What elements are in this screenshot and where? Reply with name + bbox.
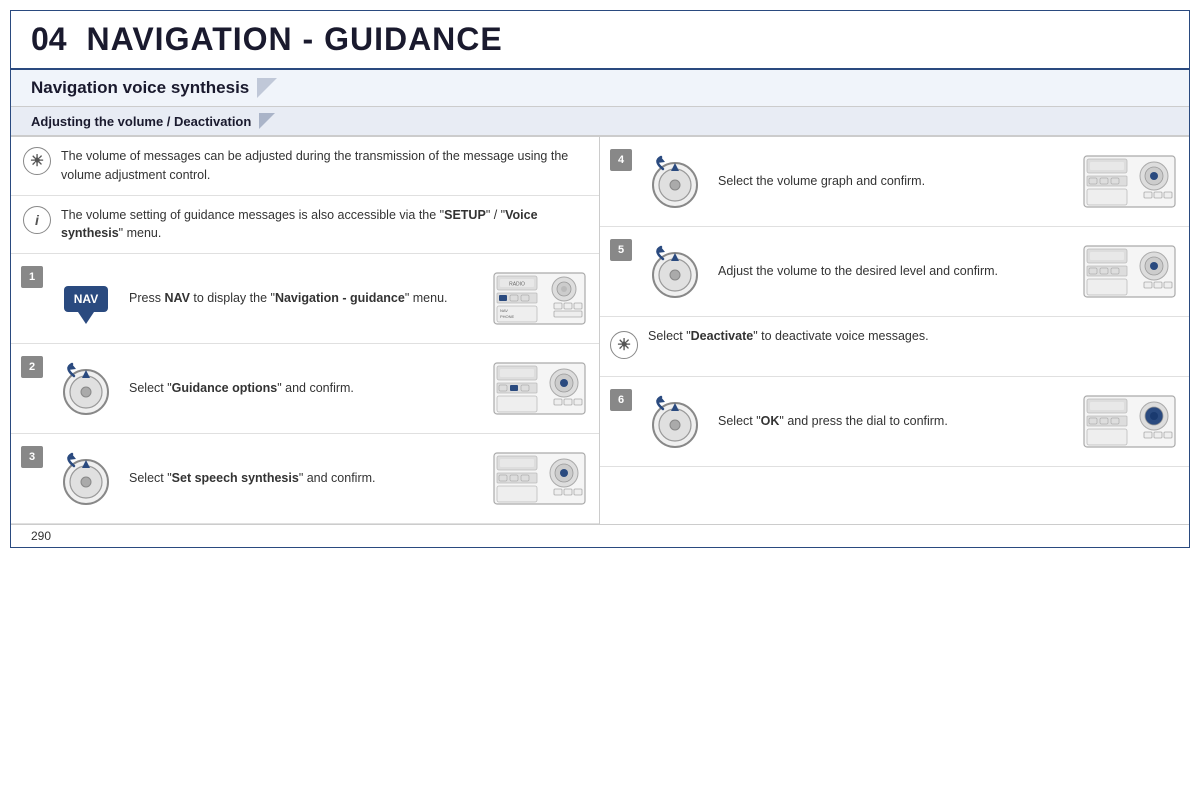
page-footer: 290 [11, 524, 1189, 547]
step-visual-1: NAV [51, 286, 121, 312]
right-column: 4 Select the volume graph and [600, 137, 1189, 524]
step-number-4: 4 [610, 149, 632, 171]
radio-svg-5 [1082, 244, 1177, 299]
step-device-2 [489, 361, 589, 416]
radio-svg-6 [1082, 394, 1177, 449]
info-row-sun: ☀ The volume of messages can be adjusted… [11, 137, 599, 196]
step-content-6: Select "OK" and press the dial to confir… [640, 389, 1179, 454]
step-row-1: 1 NAV Press NAV to display the "Navigati… [11, 254, 599, 344]
step-content-3: Select "Set speech synthesis" and confir… [51, 446, 589, 511]
section-title: Navigation voice synthesis [31, 78, 249, 98]
step-number-1: 1 [21, 266, 43, 288]
svg-text:PHONE: PHONE [500, 314, 515, 319]
nav-button-wrap: NAV [64, 286, 108, 312]
step-device-6 [1079, 394, 1179, 449]
dial-svg-3 [54, 446, 119, 511]
dial-svg-2 [54, 356, 119, 421]
page-number: 290 [31, 529, 51, 543]
step-desc-5: Adjust the volume to the desired level a… [718, 262, 1071, 281]
step-desc-1: Press NAV to display the "Navigation - g… [129, 289, 481, 308]
section-heading: Navigation voice synthesis [11, 70, 1189, 107]
step-desc-2: Select "Guidance options" and confirm. [129, 379, 481, 398]
page-wrapper: 04 NAVIGATION - GUIDANCE Navigation voic… [10, 10, 1190, 548]
subsection-heading: Adjusting the volume / Adjusting the vol… [11, 107, 1189, 136]
step-number-2: 2 [21, 356, 43, 378]
step-visual-5 [640, 239, 710, 304]
step-device-5 [1079, 244, 1179, 299]
step-number-6: 6 [610, 389, 632, 411]
main-content: ☀ The volume of messages can be adjusted… [11, 136, 1189, 524]
step-content-5: Adjust the volume to the desired level a… [640, 239, 1179, 304]
step-row-3: 3 Select "Set speech synthesis [11, 434, 599, 524]
radio-svg-1: RADIO NAV PHONE [492, 271, 587, 326]
step-desc-4: Select the volume graph and confirm. [718, 172, 1071, 191]
radio-svg-2 [492, 361, 587, 416]
step-desc-3: Select "Set speech synthesis" and confir… [129, 469, 481, 488]
sun-icon-right: ☀ [610, 331, 638, 359]
step-visual-2 [51, 356, 121, 421]
step-visual-3 [51, 446, 121, 511]
sun-icon: ☀ [23, 147, 51, 175]
page-header: 04 NAVIGATION - GUIDANCE [11, 11, 1189, 70]
step-row-deactivate: ☀ Select "Deactivate" to deactivate voic… [600, 317, 1189, 377]
step-content-2: Select "Guidance options" and confirm. [51, 356, 589, 421]
nav-button: NAV [64, 286, 108, 312]
svg-text:RADIO: RADIO [509, 282, 525, 288]
step-device-1: RADIO NAV PHONE [489, 271, 589, 326]
step-device-3 [489, 451, 589, 506]
deactivate-text: Select "Deactivate" to deactivate voice … [648, 327, 929, 346]
dial-svg-4 [643, 149, 708, 214]
step-desc-6: Select "OK" and press the dial to confir… [718, 412, 1071, 431]
step-content-1: NAV Press NAV to display the "Navigation… [51, 271, 589, 326]
step-number-5: 5 [610, 239, 632, 261]
step-number-3: 3 [21, 446, 43, 468]
dial-svg-5 [643, 239, 708, 304]
info-row-i: i The volume setting of guidance message… [11, 196, 599, 255]
radio-svg-4 [1082, 154, 1177, 209]
step-row-2: 2 [11, 344, 599, 434]
step-row-6: 6 Select "OK" and press the di [600, 377, 1189, 467]
step-visual-4 [640, 149, 710, 214]
left-column: ☀ The volume of messages can be adjusted… [11, 137, 600, 524]
step-row-4: 4 Select the volume graph and [600, 137, 1189, 227]
step-content-4: Select the volume graph and confirm. [640, 149, 1179, 214]
radio-svg-3 [492, 451, 587, 506]
chapter-number: 04 [31, 21, 67, 58]
step-row-5: 5 Adjust the volume to the des [600, 227, 1189, 317]
dial-svg-6 [643, 389, 708, 454]
info-text-sun: The volume of messages can be adjusted d… [61, 147, 587, 185]
svg-text:NAV: NAV [500, 308, 508, 313]
info-icon-i: i [23, 206, 51, 234]
step-visual-6 [640, 389, 710, 454]
page-title: NAVIGATION - GUIDANCE [77, 21, 503, 58]
step-device-4 [1079, 154, 1179, 209]
subsection-title: Adjusting the volume / Adjusting the vol… [31, 114, 251, 129]
info-text-i: The volume setting of guidance messages … [61, 206, 587, 244]
